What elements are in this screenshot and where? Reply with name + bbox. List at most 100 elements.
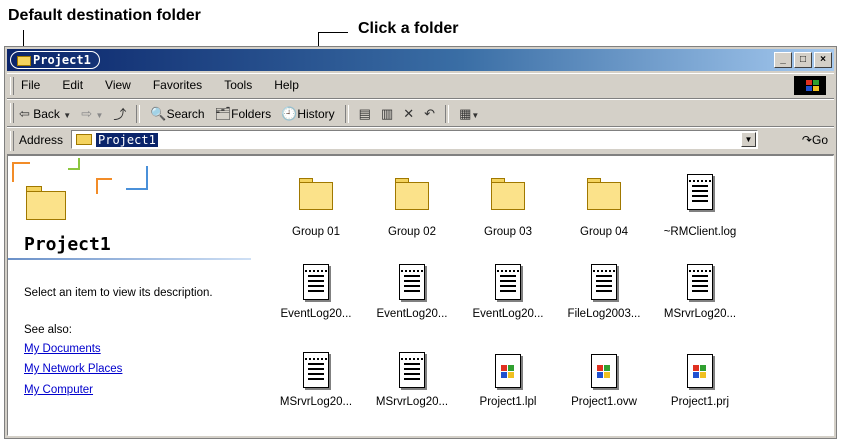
file-item[interactable]: MSrvrLog20... xyxy=(268,352,364,408)
log-file-icon xyxy=(303,352,329,388)
log-file-icon xyxy=(399,352,425,388)
address-dropdown-button[interactable]: ▼ xyxy=(741,132,756,147)
item-label: ~RMClient.log xyxy=(663,226,737,238)
file-item[interactable]: MSrvrLog20... xyxy=(364,352,460,408)
item-label: Project1.prj xyxy=(670,396,730,408)
folder-icon xyxy=(491,178,525,210)
folder-content-pane: Project1 Select an item to view its desc… xyxy=(7,155,834,436)
folder-item[interactable]: Group 03 xyxy=(460,178,556,238)
toolbar-grip[interactable] xyxy=(10,103,14,123)
history-label: History xyxy=(297,106,335,121)
close-button[interactable]: × xyxy=(814,52,832,68)
standard-toolbar: ⇦ Back ▼ ⇨ ▼ ⤴ 🔍Search 🗂Folders 🕘History… xyxy=(7,99,834,127)
title-bar[interactable]: Project1 _ □ × xyxy=(7,49,834,71)
item-label: FileLog2003... xyxy=(567,308,641,320)
callout-line-click-folder-h xyxy=(318,32,348,33)
file-item[interactable]: EventLog20... xyxy=(364,264,460,320)
decorative-frame-icon xyxy=(12,162,30,182)
maximize-button[interactable]: □ xyxy=(794,52,812,68)
log-file-icon xyxy=(303,264,329,300)
toolbar-separator xyxy=(344,104,349,123)
history-button[interactable]: 🕘History xyxy=(281,106,335,122)
item-label: Project1.ovw xyxy=(571,396,637,408)
menu-favorites[interactable]: Favorites xyxy=(151,78,204,92)
window-title: Project1 xyxy=(33,53,91,67)
search-button[interactable]: 🔍Search xyxy=(150,106,204,122)
callout-default-destination-folder: Default destination folder xyxy=(8,7,201,24)
toolbar-separator xyxy=(136,104,141,123)
file-item[interactable]: ~RMClient.log xyxy=(652,174,748,238)
file-item[interactable]: Project1.prj xyxy=(652,354,748,408)
toolbar-grip[interactable] xyxy=(10,131,14,151)
back-arrow-icon: ⇦ xyxy=(19,105,30,121)
folder-icon xyxy=(395,178,429,210)
menu-file[interactable]: File xyxy=(19,78,42,92)
address-bar: Address Project1 ▼ ↷Go xyxy=(7,127,834,155)
menu-view[interactable]: View xyxy=(103,78,133,92)
chevron-down-icon: ▼ xyxy=(95,110,104,120)
go-label: Go xyxy=(811,133,828,147)
item-label: MSrvrLog20... xyxy=(279,396,353,408)
folder-icon xyxy=(76,134,92,145)
divider xyxy=(8,258,251,260)
windows-logo-icon xyxy=(794,76,826,95)
up-folder-icon[interactable]: ⤴ xyxy=(113,104,126,123)
search-icon: 🔍 xyxy=(150,105,167,121)
webview-panel: Project1 Select an item to view its desc… xyxy=(8,156,251,435)
log-file-icon xyxy=(399,264,425,300)
file-item[interactable]: EventLog20... xyxy=(460,264,556,320)
caption-buttons: _ □ × xyxy=(774,52,832,68)
toolbar-grip[interactable] xyxy=(10,77,14,95)
undo-icon[interactable]: ↶ xyxy=(424,106,435,122)
go-button[interactable]: ↷Go xyxy=(802,133,828,147)
log-file-icon xyxy=(687,174,713,210)
folder-icon xyxy=(587,178,621,210)
link-my-documents[interactable]: My Documents xyxy=(24,343,101,355)
menu-edit[interactable]: Edit xyxy=(60,78,85,92)
decorative-frame-icon xyxy=(126,166,148,190)
folder-item[interactable]: Group 01 xyxy=(268,178,364,238)
go-arrow-icon: ↷ xyxy=(801,133,812,147)
delete-icon[interactable]: ✕ xyxy=(403,106,414,122)
move-to-icon[interactable]: ▤ xyxy=(359,106,371,122)
back-label: Back xyxy=(33,106,60,121)
address-input[interactable]: Project1 ▼ xyxy=(71,130,758,149)
folder-item[interactable]: Group 04 xyxy=(556,178,652,238)
back-button[interactable]: ⇦ Back ▼ xyxy=(19,106,71,122)
menu-help[interactable]: Help xyxy=(272,78,301,92)
log-file-icon xyxy=(591,264,617,300)
decorative-frame-icon xyxy=(68,158,80,170)
application-file-icon xyxy=(495,354,521,388)
see-also-label: See also: xyxy=(24,324,72,336)
address-value: Project1 xyxy=(96,133,158,147)
toolbar-separator xyxy=(445,104,450,123)
decorative-frame-icon xyxy=(96,178,112,194)
webview-title: Project1 xyxy=(24,234,111,255)
link-my-computer[interactable]: My Computer xyxy=(24,384,93,396)
item-label: EventLog20... xyxy=(376,308,448,320)
minimize-button[interactable]: _ xyxy=(774,52,792,68)
file-item[interactable]: Project1.ovw xyxy=(556,354,652,408)
file-item[interactable]: Project1.lpl xyxy=(460,354,556,408)
file-item[interactable]: EventLog20... xyxy=(268,264,364,320)
webview-description: Select an item to view its description. xyxy=(24,287,213,299)
views-button[interactable]: ▦▼ xyxy=(459,106,479,122)
copy-to-icon[interactable]: ▥ xyxy=(381,106,393,122)
menu-tools[interactable]: Tools xyxy=(222,78,254,92)
folder-icon xyxy=(26,186,66,220)
folders-button[interactable]: 🗂Folders xyxy=(215,106,272,122)
chevron-down-icon: ▼ xyxy=(471,110,480,120)
forward-button[interactable]: ⇨ ▼ xyxy=(81,106,103,122)
file-item[interactable]: MSrvrLog20... xyxy=(652,264,748,320)
item-label: Group 01 xyxy=(292,226,340,238)
link-my-network-places[interactable]: My Network Places xyxy=(24,363,122,375)
menu-bar: File Edit View Favorites Tools Help xyxy=(7,73,834,99)
log-file-icon xyxy=(687,264,713,300)
file-item[interactable]: FileLog2003... xyxy=(556,264,652,320)
chevron-down-icon: ▼ xyxy=(63,110,72,120)
history-icon: 🕘 xyxy=(281,105,298,121)
folder-item[interactable]: Group 02 xyxy=(364,178,460,238)
title-pill: Project1 xyxy=(10,51,100,69)
item-label: EventLog20... xyxy=(472,308,544,320)
application-file-icon xyxy=(591,354,617,388)
